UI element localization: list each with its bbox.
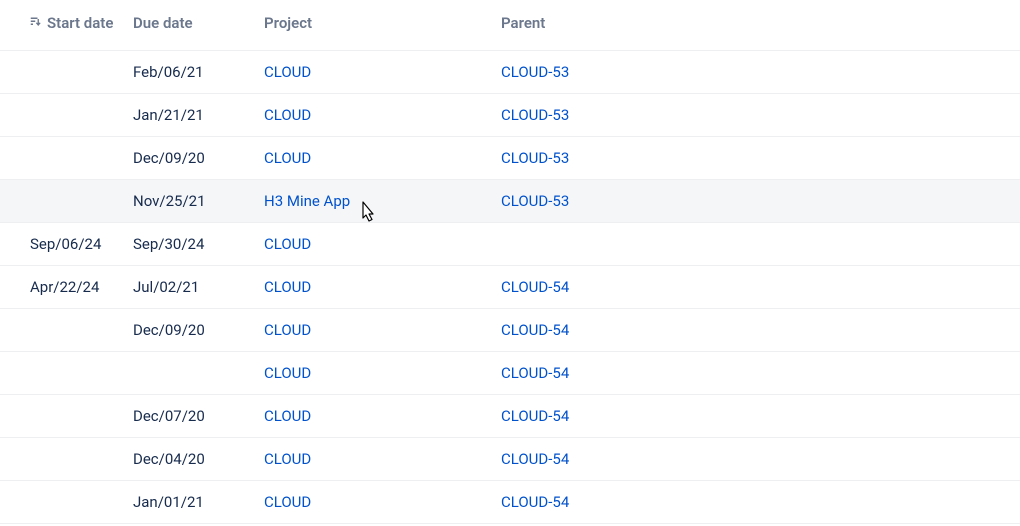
header-due-date[interactable]: Due date: [133, 0, 264, 50]
table-row[interactable]: Jan/01/21CLOUD CLOUD-54: [0, 480, 1020, 523]
cell-due-date[interactable]: Feb/06/21: [133, 50, 264, 93]
parent-link[interactable]: CLOUD-53: [501, 192, 569, 210]
cell-parent: CLOUD-54: [501, 308, 1020, 351]
project-link[interactable]: CLOUD: [264, 321, 311, 339]
header-start-date[interactable]: Start date: [0, 0, 133, 50]
cell-project: CLOUD: [264, 265, 501, 308]
project-link[interactable]: CLOUD: [264, 493, 311, 511]
cell-project: H3 Mine App: [264, 179, 501, 222]
table-row[interactable]: Nov/25/21H3 Mine App CLOUD-53: [0, 179, 1020, 222]
cell-parent: CLOUD-54: [501, 480, 1020, 523]
cell-parent: CLOUD-53: [501, 136, 1020, 179]
header-project-label: Project: [264, 14, 312, 32]
project-link[interactable]: CLOUD: [264, 278, 311, 296]
project-link[interactable]: CLOUD: [264, 106, 311, 124]
parent-link[interactable]: CLOUD-54: [501, 278, 569, 296]
header-due-date-label: Due date: [133, 14, 193, 32]
cell-due-date[interactable]: Nov/25/21: [133, 179, 264, 222]
cell-project: CLOUD: [264, 437, 501, 480]
cell-due-date[interactable]: Jul/02/21: [133, 265, 264, 308]
cell-project: CLOUD: [264, 480, 501, 523]
cell-project: CLOUD: [264, 394, 501, 437]
cell-start-date[interactable]: [0, 136, 133, 179]
project-link[interactable]: CLOUD: [264, 364, 311, 382]
cell-start-date[interactable]: [0, 308, 133, 351]
cell-start-date[interactable]: [0, 437, 133, 480]
table-row[interactable]: Apr/22/24Jul/02/21CLOUD CLOUD-54: [0, 265, 1020, 308]
parent-link[interactable]: CLOUD-54: [501, 493, 569, 511]
cell-due-date[interactable]: Dec/09/20: [133, 136, 264, 179]
cell-start-date[interactable]: [0, 50, 133, 93]
cell-project: CLOUD: [264, 308, 501, 351]
cell-start-date[interactable]: [0, 179, 133, 222]
cell-due-date[interactable]: Dec/04/20: [133, 437, 264, 480]
parent-link[interactable]: CLOUD-53: [501, 149, 569, 167]
cell-due-date[interactable]: Jan/21/21: [133, 93, 264, 136]
cell-project: CLOUD: [264, 222, 501, 265]
cell-project: CLOUD: [264, 351, 501, 394]
cell-parent: CLOUD-54: [501, 437, 1020, 480]
parent-link[interactable]: CLOUD-53: [501, 63, 569, 81]
table-row[interactable]: Jan/21/21CLOUD CLOUD-53: [0, 93, 1020, 136]
cell-start-date[interactable]: Apr/22/24: [0, 265, 133, 308]
project-link[interactable]: CLOUD: [264, 235, 311, 253]
header-parent-label: Parent: [501, 14, 545, 32]
cell-due-date[interactable]: Dec/09/20: [133, 308, 264, 351]
cell-parent: CLOUD-53: [501, 179, 1020, 222]
parent-link[interactable]: CLOUD-54: [501, 364, 569, 382]
header-parent[interactable]: Parent: [501, 0, 1020, 50]
cell-parent: CLOUD-53: [501, 50, 1020, 93]
cell-parent: CLOUD-54: [501, 394, 1020, 437]
cell-due-date[interactable]: Sep/30/24: [133, 222, 264, 265]
table-row[interactable]: Feb/06/21CLOUD CLOUD-53: [0, 50, 1020, 93]
header-start-date-label: Start date: [47, 14, 113, 32]
table-row[interactable]: Dec/09/20CLOUD CLOUD-53: [0, 136, 1020, 179]
table-header-row: Start date Due date Project Parent: [0, 0, 1020, 50]
cell-project: CLOUD: [264, 136, 501, 179]
cell-project: CLOUD: [264, 50, 501, 93]
table-row[interactable]: Dec/07/20CLOUD CLOUD-54: [0, 394, 1020, 437]
parent-link[interactable]: CLOUD-54: [501, 321, 569, 339]
data-table: Start date Due date Project Parent Feb/0…: [0, 0, 1020, 524]
table-row[interactable]: CLOUD CLOUD-54: [0, 351, 1020, 394]
cell-due-date[interactable]: Dec/07/20: [133, 394, 264, 437]
cell-start-date[interactable]: [0, 394, 133, 437]
project-link[interactable]: CLOUD: [264, 63, 311, 81]
parent-link[interactable]: CLOUD-53: [501, 106, 569, 124]
table-row[interactable]: Dec/09/20CLOUD CLOUD-54: [0, 308, 1020, 351]
cell-project: CLOUD: [264, 93, 501, 136]
table-body: Feb/06/21CLOUDCLOUD-53Jan/21/21CLOUDCLOU…: [0, 50, 1020, 523]
project-link[interactable]: CLOUD: [264, 450, 311, 468]
cell-start-date[interactable]: [0, 93, 133, 136]
cell-start-date[interactable]: [0, 351, 133, 394]
parent-link[interactable]: CLOUD-54: [501, 407, 569, 425]
header-project[interactable]: Project: [264, 0, 501, 50]
sort-icon: [30, 14, 42, 32]
cell-parent: [501, 222, 1020, 265]
cell-due-date[interactable]: Jan/01/21: [133, 480, 264, 523]
project-link[interactable]: CLOUD: [264, 407, 311, 425]
project-link[interactable]: H3 Mine App: [264, 192, 350, 210]
table-row[interactable]: Sep/06/24Sep/30/24CLOUD: [0, 222, 1020, 265]
cell-due-date[interactable]: [133, 351, 264, 394]
cell-start-date[interactable]: Sep/06/24: [0, 222, 133, 265]
project-link[interactable]: CLOUD: [264, 149, 311, 167]
cell-parent: CLOUD-53: [501, 93, 1020, 136]
cell-parent: CLOUD-54: [501, 351, 1020, 394]
table-row[interactable]: Dec/04/20CLOUD CLOUD-54: [0, 437, 1020, 480]
cell-start-date[interactable]: [0, 480, 133, 523]
cell-parent: CLOUD-54: [501, 265, 1020, 308]
parent-link[interactable]: CLOUD-54: [501, 450, 569, 468]
